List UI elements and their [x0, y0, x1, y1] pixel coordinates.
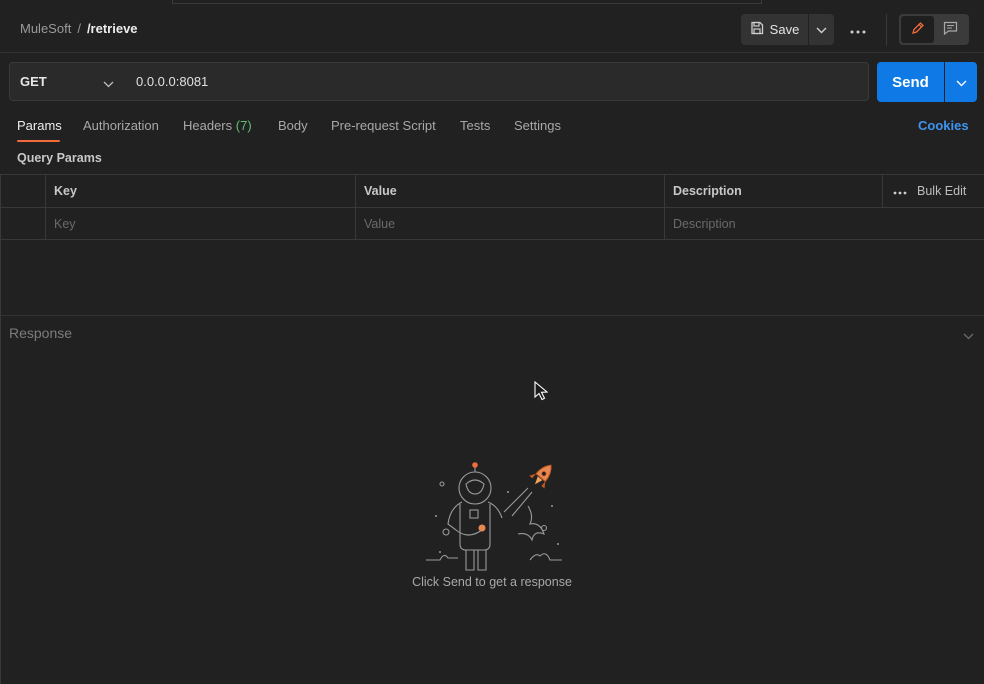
table-row: Key Value Description: [0, 207, 984, 240]
mouse-cursor-icon: [534, 380, 549, 401]
chevron-down-icon[interactable]: [963, 327, 974, 343]
astronaut-rocket-illustration: [420, 458, 570, 576]
save-button-group: Save: [741, 14, 834, 45]
bulk-edit-area: Bulk Edit: [882, 175, 984, 207]
edit-mode-button[interactable]: [901, 16, 934, 43]
send-options-button[interactable]: [945, 62, 977, 102]
tab-body[interactable]: Body: [278, 118, 308, 133]
tab-pre-request-script[interactable]: Pre-request Script: [331, 118, 436, 133]
breadcrumb-separator: /: [77, 21, 81, 36]
cookies-link[interactable]: Cookies: [918, 118, 969, 133]
tab-settings[interactable]: Settings: [514, 118, 561, 133]
save-label: Save: [769, 22, 800, 37]
tab-authorization[interactable]: Authorization: [83, 118, 159, 133]
breadcrumb: MuleSoft / /retrieve: [20, 21, 138, 36]
header-divider: [886, 14, 887, 46]
breadcrumb-collection[interactable]: MuleSoft: [20, 21, 71, 36]
http-method-value: GET: [20, 74, 47, 89]
pencil-icon: [910, 21, 925, 39]
chevron-down-icon: [103, 76, 114, 91]
request-url-value: 0.0.0.0:8081: [136, 74, 209, 89]
tab-strip-edge: [172, 0, 762, 4]
chevron-down-icon: [816, 22, 827, 37]
save-button[interactable]: Save: [741, 14, 808, 45]
tab-headers[interactable]: Headers (7): [183, 118, 252, 133]
response-title: Response: [9, 324, 73, 341]
more-actions-button[interactable]: [844, 14, 872, 45]
param-value-input[interactable]: Value: [355, 208, 665, 240]
breadcrumb-request-name[interactable]: /retrieve: [87, 21, 138, 36]
query-params-table: Key Value Description Bulk Edit Key Valu…: [0, 174, 984, 241]
http-method-select[interactable]: GET: [9, 62, 125, 101]
save-icon: [750, 21, 764, 38]
param-description-input[interactable]: Description: [664, 208, 984, 240]
table-header-row: Key Value Description Bulk Edit: [0, 174, 984, 207]
send-button[interactable]: Send: [877, 62, 944, 102]
tab-headers-label: Headers: [183, 118, 233, 133]
request-url-input[interactable]: 0.0.0.0:8081: [124, 62, 869, 101]
bulk-edit-button[interactable]: Bulk Edit: [917, 184, 966, 198]
column-header-key: Key: [45, 175, 356, 207]
response-empty-message: Click Send to get a response: [412, 575, 572, 589]
response-panel-header[interactable]: Response: [0, 315, 984, 349]
view-mode-toggle: [899, 14, 969, 45]
more-horizontal-icon: [850, 22, 866, 37]
column-header-value: Value: [355, 175, 665, 207]
chevron-down-icon: [956, 75, 967, 90]
param-key-input[interactable]: Key: [45, 208, 356, 240]
column-header-description: Description: [664, 175, 882, 207]
query-params-title: Query Params: [17, 151, 102, 165]
send-button-group: Send: [877, 62, 977, 102]
headers-count-badge: (7): [235, 118, 252, 133]
active-tab-indicator: [17, 140, 60, 142]
comments-mode-button[interactable]: [934, 16, 967, 43]
request-header: MuleSoft / /retrieve Save: [0, 5, 984, 53]
panel-left-border: [0, 174, 1, 684]
tab-tests[interactable]: Tests: [460, 118, 490, 133]
save-options-button[interactable]: [809, 14, 834, 45]
comment-icon: [943, 21, 958, 38]
more-horizontal-icon[interactable]: [893, 184, 907, 198]
tab-params[interactable]: Params: [17, 118, 62, 133]
